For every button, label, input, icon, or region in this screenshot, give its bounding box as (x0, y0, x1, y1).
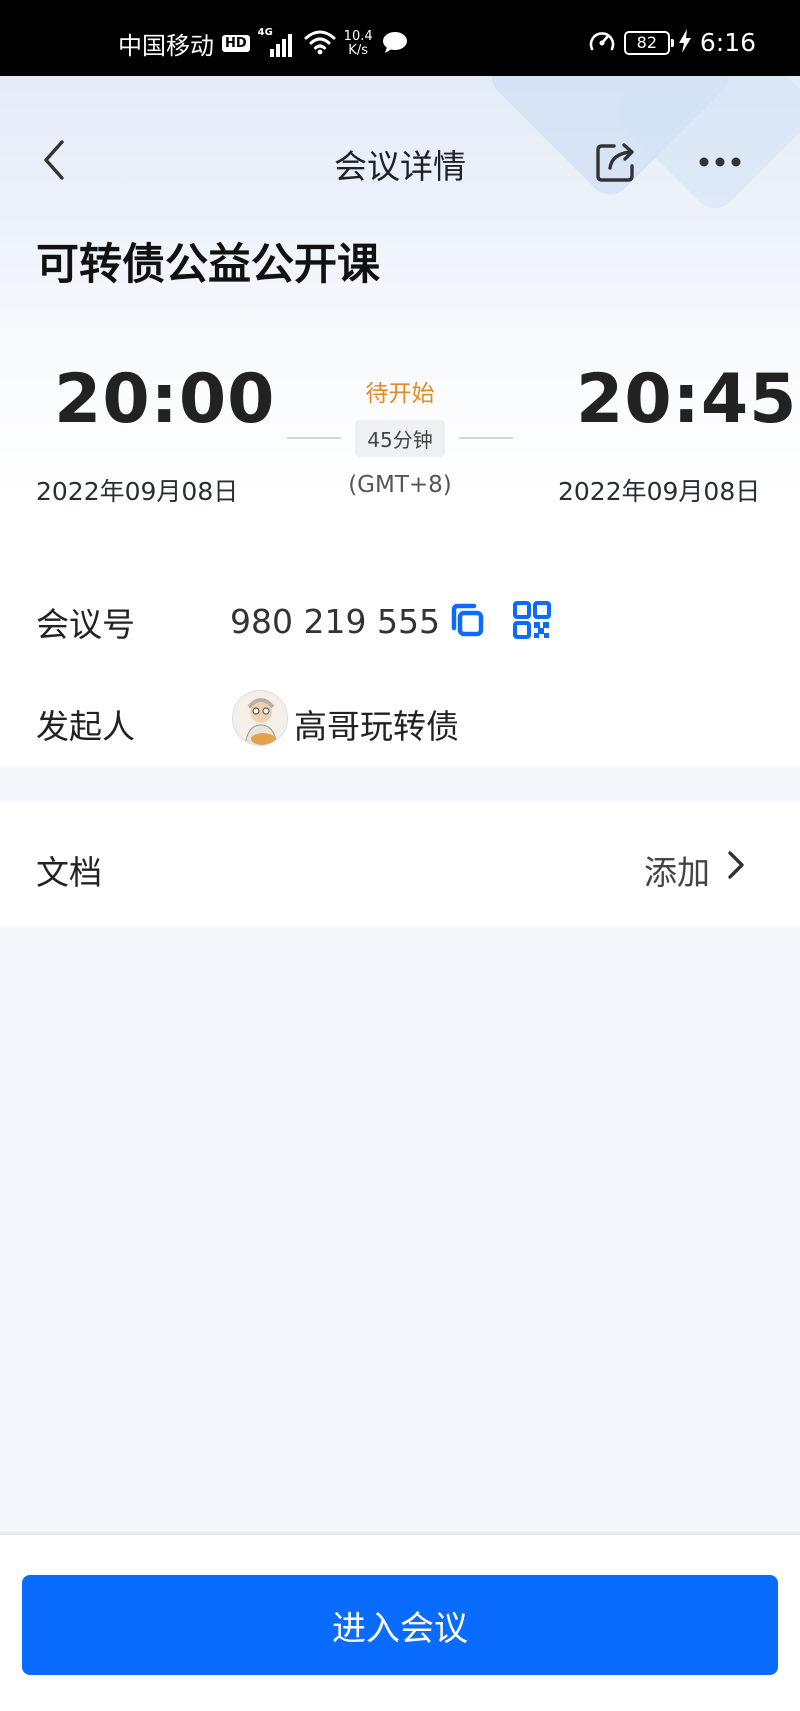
divider (287, 437, 342, 439)
signal-icon: 4G (258, 27, 296, 57)
share-icon (596, 143, 634, 182)
divider (458, 437, 513, 439)
meeting-id: 980 219 555 (230, 602, 440, 641)
qr-code-button[interactable] (512, 600, 552, 640)
share-button[interactable] (592, 138, 640, 186)
status-left: 中国移动 HD 4G 10.4 K/s (118, 26, 409, 61)
status-right: 82 6:16 (588, 28, 756, 57)
meeting-id-label: 会议号 (36, 605, 135, 644)
net-speed-unit: K/s (348, 42, 368, 58)
page-title: 会议详情 (334, 147, 466, 186)
documents-row[interactable]: 文档 添加 (0, 802, 800, 926)
qr-code-icon (513, 601, 551, 639)
host-avatar[interactable] (232, 690, 288, 746)
battery-level: 82 (623, 30, 674, 55)
more-button[interactable] (696, 144, 744, 180)
more-icon (699, 157, 741, 167)
end-time: 20:45 (576, 360, 798, 439)
host-label: 发起人 (36, 707, 135, 746)
speed-icon (588, 29, 616, 57)
join-meeting-button[interactable]: 进入会议 (22, 1575, 778, 1675)
wechat-icon (381, 30, 409, 58)
net-speed: 10.4 K/s (343, 28, 373, 58)
end-date: 2022年09月08日 (558, 477, 761, 506)
add-document-button[interactable]: 添加 (644, 846, 710, 894)
bottom-action-bar: 进入会议 (0, 1532, 800, 1711)
host-name[interactable]: 高哥玩转债 (294, 700, 459, 748)
charging-icon (678, 28, 692, 57)
documents-label: 文档 (36, 853, 102, 892)
copy-icon (451, 603, 484, 637)
status-time: 6:16 (699, 28, 756, 57)
status-bar: 中国移动 HD 4G 10.4 K/s 82 6:16 (0, 0, 800, 76)
chevron-right-icon (722, 850, 750, 880)
duration-row: 45分钟 (286, 419, 514, 457)
hd-badge: HD (222, 35, 250, 52)
carrier-name: 中国移动 (118, 32, 214, 60)
meeting-title: 可转债公益公开课 (36, 240, 380, 290)
copy-button[interactable] (446, 600, 486, 640)
duration-chip: 45分钟 (355, 419, 445, 457)
wifi-icon (304, 29, 336, 59)
net-speed-value: 10.4 (343, 28, 373, 44)
